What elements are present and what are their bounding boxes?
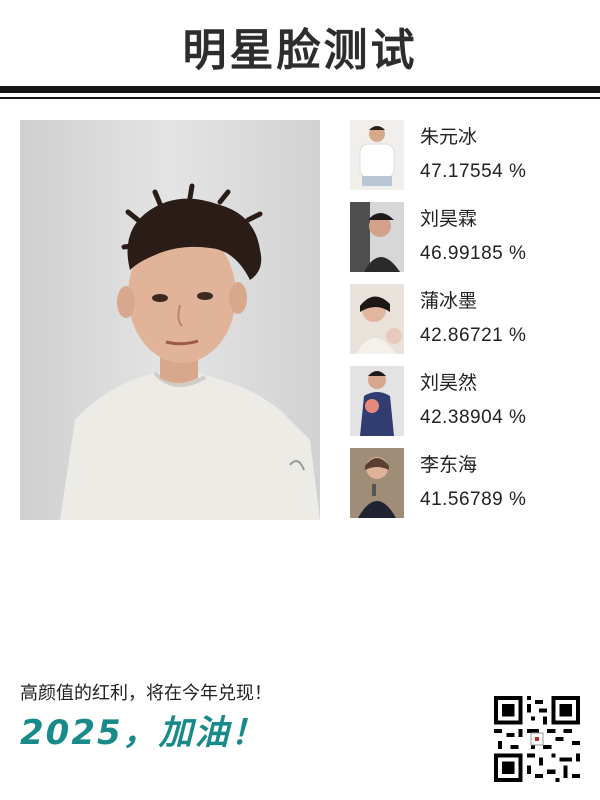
match-item[interactable]: 蒲冰墨 42.86721 %	[350, 284, 590, 356]
star-photo-icon	[350, 366, 404, 436]
star-thumbnail	[350, 120, 404, 190]
star-photo-icon	[350, 448, 404, 518]
star-name: 朱元冰	[420, 126, 478, 148]
match-item[interactable]: 朱元冰 47.17554 %	[350, 120, 590, 192]
star-name: 刘昊然	[420, 372, 478, 394]
match-score: 42.38904 %	[420, 407, 527, 428]
match-score: 46.99185 %	[420, 243, 527, 264]
match-item[interactable]: 李东海 41.56789 %	[350, 448, 590, 520]
star-thumbnail	[350, 202, 404, 272]
uploaded-photo	[20, 120, 320, 520]
star-photo-icon	[350, 120, 404, 190]
star-thumbnail	[350, 448, 404, 518]
match-item[interactable]: 刘昊然 42.38904 %	[350, 366, 590, 438]
star-thumbnail	[350, 366, 404, 436]
match-score: 42.86721 %	[420, 325, 527, 346]
cheer-text: 2025，加油！	[20, 713, 267, 753]
header-divider-thin	[0, 97, 600, 99]
slogan-text: 高颜值的红利，将在今年兑现！	[20, 683, 272, 704]
star-photo-icon	[350, 284, 404, 354]
page-title: 明星脸测试	[182, 25, 418, 76]
match-score: 41.56789 %	[420, 489, 527, 510]
qr-code-icon[interactable]	[494, 696, 580, 782]
match-score: 47.17554 %	[420, 161, 527, 182]
header-divider-thick	[0, 86, 600, 93]
match-item[interactable]: 刘昊霖 46.99185 %	[350, 202, 590, 274]
portrait-photo	[20, 120, 320, 520]
star-thumbnail	[350, 284, 404, 354]
star-photo-icon	[350, 202, 404, 272]
star-name: 李东海	[420, 454, 478, 476]
star-name: 刘昊霖	[420, 208, 478, 230]
qr-code-graphic	[494, 696, 580, 782]
star-name: 蒲冰墨	[420, 290, 478, 312]
